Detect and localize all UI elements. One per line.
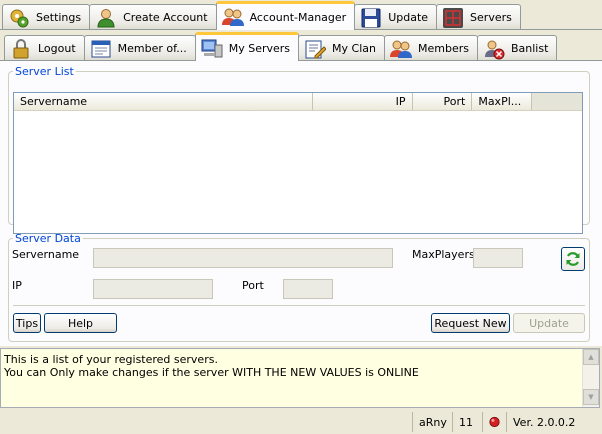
status-bar: aRny 11 Ver. 2.0.0.2 <box>0 410 602 434</box>
scroll-up-icon[interactable]: ▲ <box>583 349 599 365</box>
server-data-group: Server Data Servername MaxPlayers IP Por… <box>8 232 590 342</box>
main-tab-strip: Settings Create Account Account-Manager … <box>2 0 521 30</box>
users-icon <box>389 38 412 60</box>
column-header-filler <box>532 93 582 110</box>
users-icon <box>221 6 244 28</box>
server-list-header: Servername IP Port MaxPl... <box>14 93 582 111</box>
server-list[interactable]: Servername IP Port MaxPl... <box>13 92 583 234</box>
server-list-legend: Server List <box>15 65 74 78</box>
tab-update[interactable]: Update <box>354 4 438 30</box>
tab-my-servers[interactable]: My Servers <box>194 32 300 61</box>
button-row-separator <box>13 305 585 306</box>
info-line-2: You can Only make changes if the server … <box>4 366 419 379</box>
tab-logout-label: Logout <box>38 42 76 55</box>
info-scrollbar[interactable]: ▲ ▼ <box>582 349 599 407</box>
tab-settings[interactable]: Settings <box>2 4 91 30</box>
tab-member-of-label: Member of... <box>117 42 187 55</box>
tab-banlist-label: Banlist <box>510 42 549 55</box>
column-header-servername[interactable]: Servername <box>14 93 313 110</box>
help-button[interactable]: Help <box>44 313 117 333</box>
column-header-ip[interactable]: IP <box>313 93 413 110</box>
tab-my-clan[interactable]: My Clan <box>298 35 385 61</box>
tab-member-of[interactable]: Member of... <box>83 35 196 61</box>
user-icon <box>95 7 117 29</box>
edit-doc-icon <box>304 38 327 60</box>
tab-servers[interactable]: Servers <box>436 4 521 30</box>
computer-icon <box>201 37 223 59</box>
scroll-down-icon[interactable]: ▼ <box>583 389 599 405</box>
account-manager-tab-strip: Logout Member of... My Servers My Clan M… <box>4 31 558 61</box>
info-message-box[interactable]: This is a list of your registered server… <box>0 348 600 408</box>
maxplayers-field[interactable] <box>473 248 523 268</box>
server-data-legend: Server Data <box>15 232 81 245</box>
servername-field[interactable] <box>93 248 393 268</box>
port-field[interactable] <box>283 279 333 299</box>
my-servers-panel: Server List Servername IP Port MaxPl... … <box>0 60 602 346</box>
tab-members[interactable]: Members <box>383 35 478 61</box>
tab-update-label: Update <box>388 11 429 24</box>
refresh-button[interactable] <box>561 247 585 271</box>
server-grid-icon <box>442 7 464 29</box>
settings-icon <box>8 7 30 29</box>
status-version: Ver. 2.0.0.2 <box>506 412 590 432</box>
servername-label: Servername <box>12 248 80 261</box>
status-indicator <box>482 412 506 432</box>
tab-create-account-label: Create Account <box>123 11 208 24</box>
scroll-track[interactable] <box>583 365 599 389</box>
tab-settings-label: Settings <box>36 11 82 24</box>
request-new-button[interactable]: Request New <box>431 313 510 333</box>
status-light-icon <box>489 416 500 428</box>
tab-account-manager-label: Account-Manager <box>249 10 347 24</box>
column-header-maxplayers[interactable]: MaxPl... <box>472 93 533 110</box>
tab-banlist[interactable]: Banlist <box>476 35 558 61</box>
refresh-icon <box>566 252 580 266</box>
ip-field[interactable] <box>93 279 213 299</box>
maxplayers-label: MaxPlayers <box>412 248 475 261</box>
column-header-port[interactable]: Port <box>413 93 473 110</box>
update-button[interactable]: Update <box>513 313 585 333</box>
floppy-icon <box>360 7 382 29</box>
server-list-group: Server List Servername IP Port MaxPl... <box>8 65 590 234</box>
tab-my-clan-label: My Clan <box>332 42 376 55</box>
info-text: This is a list of your registered server… <box>4 353 419 379</box>
tab-servers-label: Servers <box>470 11 512 24</box>
lock-icon <box>10 38 32 60</box>
ban-user-icon <box>483 38 505 60</box>
ip-label: IP <box>12 279 22 292</box>
tab-create-account[interactable]: Create Account <box>89 4 217 30</box>
tab-logout[interactable]: Logout <box>4 35 85 61</box>
tab-my-servers-label: My Servers <box>228 41 291 55</box>
tab-members-label: Members <box>417 42 469 55</box>
window-icon <box>90 38 112 60</box>
info-line-1: This is a list of your registered server… <box>4 353 218 366</box>
tab-account-manager[interactable]: Account-Manager <box>215 1 356 30</box>
port-label: Port <box>242 279 264 292</box>
status-user: aRny <box>412 412 452 432</box>
status-count: 11 <box>452 412 482 432</box>
tips-button[interactable]: Tips <box>13 313 41 333</box>
